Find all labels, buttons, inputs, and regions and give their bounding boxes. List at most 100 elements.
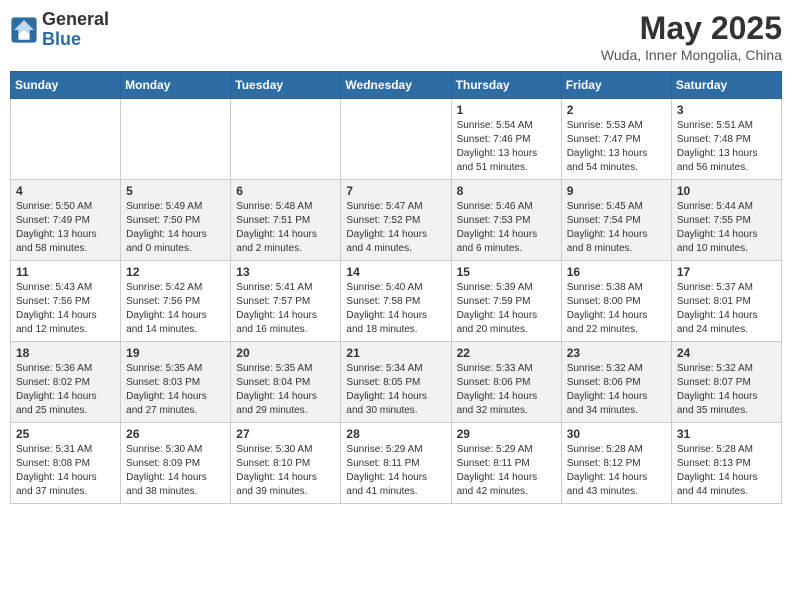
day-number: 28: [346, 427, 446, 441]
day-number: 12: [126, 265, 226, 279]
weekday-header-thursday: Thursday: [451, 72, 561, 99]
day-info: Sunrise: 5:49 AM Sunset: 7:50 PM Dayligh…: [126, 200, 226, 256]
day-cell: 2 Sunrise: 5:53 AM Sunset: 7:47 PM Daylig…: [561, 99, 671, 180]
day-info: Sunrise: 5:41 AM Sunset: 7:57 PM Dayligh…: [236, 281, 336, 337]
weekday-header-saturday: Saturday: [671, 72, 781, 99]
weekday-header-friday: Friday: [561, 72, 671, 99]
day-number: 22: [457, 346, 557, 360]
day-info: Sunrise: 5:29 AM Sunset: 8:11 PM Dayligh…: [457, 443, 557, 499]
day-cell: [231, 99, 341, 180]
day-number: 19: [126, 346, 226, 360]
day-number: 16: [567, 265, 667, 279]
day-info: Sunrise: 5:44 AM Sunset: 7:55 PM Dayligh…: [677, 200, 777, 256]
day-cell: 29 Sunrise: 5:29 AM Sunset: 8:11 PM Dayli…: [451, 423, 561, 504]
weekday-header-monday: Monday: [121, 72, 231, 99]
day-info: Sunrise: 5:53 AM Sunset: 7:47 PM Dayligh…: [567, 119, 667, 175]
day-cell: 14 Sunrise: 5:40 AM Sunset: 7:58 PM Dayli…: [341, 261, 451, 342]
weekday-header-tuesday: Tuesday: [231, 72, 341, 99]
day-number: 14: [346, 265, 446, 279]
day-info: Sunrise: 5:35 AM Sunset: 8:03 PM Dayligh…: [126, 362, 226, 418]
day-number: 30: [567, 427, 667, 441]
day-cell: 24 Sunrise: 5:32 AM Sunset: 8:07 PM Dayli…: [671, 342, 781, 423]
day-cell: 13 Sunrise: 5:41 AM Sunset: 7:57 PM Dayli…: [231, 261, 341, 342]
day-cell: 22 Sunrise: 5:33 AM Sunset: 8:06 PM Dayli…: [451, 342, 561, 423]
day-cell: 23Sunrise: 5:32 AM Sunset: 8:06 PM Dayli…: [561, 342, 671, 423]
day-info: Sunrise: 5:46 AM Sunset: 7:53 PM Dayligh…: [457, 200, 557, 256]
day-number: 1: [457, 103, 557, 117]
day-cell: 3Sunrise: 5:51 AM Sunset: 7:48 PM Daylig…: [671, 99, 781, 180]
day-number: 21: [346, 346, 446, 360]
day-info: Sunrise: 5:36 AM Sunset: 8:02 PM Dayligh…: [16, 362, 116, 418]
day-cell: 1Sunrise: 5:54 AM Sunset: 7:46 PM Daylig…: [451, 99, 561, 180]
week-row-3: 11 Sunrise: 5:43 AM Sunset: 7:56 PM Dayli…: [11, 261, 782, 342]
logo-general: General: [42, 9, 109, 29]
day-cell: 31 Sunrise: 5:28 AM Sunset: 8:13 PM Dayli…: [671, 423, 781, 504]
day-number: 18: [16, 346, 116, 360]
day-number: 3: [677, 103, 777, 117]
day-cell: 25Sunrise: 5:31 AM Sunset: 8:08 PM Dayli…: [11, 423, 121, 504]
day-cell: [121, 99, 231, 180]
day-cell: 5 Sunrise: 5:49 AM Sunset: 7:50 PM Daylig…: [121, 180, 231, 261]
day-cell: 18 Sunrise: 5:36 AM Sunset: 8:02 PM Dayli…: [11, 342, 121, 423]
week-row-1: 1Sunrise: 5:54 AM Sunset: 7:46 PM Daylig…: [11, 99, 782, 180]
week-row-4: 18 Sunrise: 5:36 AM Sunset: 8:02 PM Dayli…: [11, 342, 782, 423]
day-cell: 19 Sunrise: 5:35 AM Sunset: 8:03 PM Dayli…: [121, 342, 231, 423]
day-info: Sunrise: 5:28 AM Sunset: 8:13 PM Dayligh…: [677, 443, 777, 499]
day-info: Sunrise: 5:35 AM Sunset: 8:04 PM Dayligh…: [236, 362, 336, 418]
day-cell: [341, 99, 451, 180]
week-row-2: 4Sunrise: 5:50 AM Sunset: 7:49 PM Daylig…: [11, 180, 782, 261]
day-number: 24: [677, 346, 777, 360]
location: Wuda, Inner Mongolia, China: [601, 47, 782, 63]
day-cell: 10 Sunrise: 5:44 AM Sunset: 7:55 PM Dayli…: [671, 180, 781, 261]
day-info: Sunrise: 5:45 AM Sunset: 7:54 PM Dayligh…: [567, 200, 667, 256]
day-cell: 16 Sunrise: 5:38 AM Sunset: 8:00 PM Dayli…: [561, 261, 671, 342]
day-info: Sunrise: 5:39 AM Sunset: 7:59 PM Dayligh…: [457, 281, 557, 337]
day-number: 2: [567, 103, 667, 117]
header: General Blue May 2025 Wuda, Inner Mongol…: [10, 10, 782, 63]
day-info: Sunrise: 5:38 AM Sunset: 8:00 PM Dayligh…: [567, 281, 667, 337]
day-number: 26: [126, 427, 226, 441]
day-info: Sunrise: 5:30 AM Sunset: 8:10 PM Dayligh…: [236, 443, 336, 499]
day-cell: 27 Sunrise: 5:30 AM Sunset: 8:10 PM Dayli…: [231, 423, 341, 504]
day-number: 10: [677, 184, 777, 198]
day-cell: 20Sunrise: 5:35 AM Sunset: 8:04 PM Dayli…: [231, 342, 341, 423]
day-number: 5: [126, 184, 226, 198]
day-number: 11: [16, 265, 116, 279]
day-number: 29: [457, 427, 557, 441]
day-number: 27: [236, 427, 336, 441]
logo-text: General Blue: [42, 10, 109, 50]
day-cell: [11, 99, 121, 180]
day-info: Sunrise: 5:37 AM Sunset: 8:01 PM Dayligh…: [677, 281, 777, 337]
day-number: 7: [346, 184, 446, 198]
day-number: 15: [457, 265, 557, 279]
weekday-header-sunday: Sunday: [11, 72, 121, 99]
day-cell: 9Sunrise: 5:45 AM Sunset: 7:54 PM Daylig…: [561, 180, 671, 261]
day-info: Sunrise: 5:31 AM Sunset: 8:08 PM Dayligh…: [16, 443, 116, 499]
day-info: Sunrise: 5:40 AM Sunset: 7:58 PM Dayligh…: [346, 281, 446, 337]
day-info: Sunrise: 5:28 AM Sunset: 8:12 PM Dayligh…: [567, 443, 667, 499]
day-number: 31: [677, 427, 777, 441]
day-info: Sunrise: 5:50 AM Sunset: 7:49 PM Dayligh…: [16, 200, 116, 256]
day-cell: 11 Sunrise: 5:43 AM Sunset: 7:56 PM Dayli…: [11, 261, 121, 342]
day-info: Sunrise: 5:30 AM Sunset: 8:09 PM Dayligh…: [126, 443, 226, 499]
day-info: Sunrise: 5:29 AM Sunset: 8:11 PM Dayligh…: [346, 443, 446, 499]
day-number: 17: [677, 265, 777, 279]
day-cell: 26 Sunrise: 5:30 AM Sunset: 8:09 PM Dayli…: [121, 423, 231, 504]
weekday-header-wednesday: Wednesday: [341, 72, 451, 99]
month-title: May 2025: [601, 10, 782, 47]
day-info: Sunrise: 5:32 AM Sunset: 8:07 PM Dayligh…: [677, 362, 777, 418]
day-info: Sunrise: 5:33 AM Sunset: 8:06 PM Dayligh…: [457, 362, 557, 418]
day-info: Sunrise: 5:42 AM Sunset: 7:56 PM Dayligh…: [126, 281, 226, 337]
day-number: 8: [457, 184, 557, 198]
day-cell: 15 Sunrise: 5:39 AM Sunset: 7:59 PM Dayli…: [451, 261, 561, 342]
day-info: Sunrise: 5:34 AM Sunset: 8:05 PM Dayligh…: [346, 362, 446, 418]
day-info: Sunrise: 5:47 AM Sunset: 7:52 PM Dayligh…: [346, 200, 446, 256]
day-cell: 21 Sunrise: 5:34 AM Sunset: 8:05 PM Dayli…: [341, 342, 451, 423]
day-cell: 7 Sunrise: 5:47 AM Sunset: 7:52 PM Daylig…: [341, 180, 451, 261]
day-info: Sunrise: 5:48 AM Sunset: 7:51 PM Dayligh…: [236, 200, 336, 256]
day-info: Sunrise: 5:32 AM Sunset: 8:06 PM Dayligh…: [567, 362, 667, 418]
logo-blue: Blue: [42, 29, 81, 49]
day-info: Sunrise: 5:43 AM Sunset: 7:56 PM Dayligh…: [16, 281, 116, 337]
day-number: 13: [236, 265, 336, 279]
calendar: SundayMondayTuesdayWednesdayThursdayFrid…: [10, 71, 782, 504]
